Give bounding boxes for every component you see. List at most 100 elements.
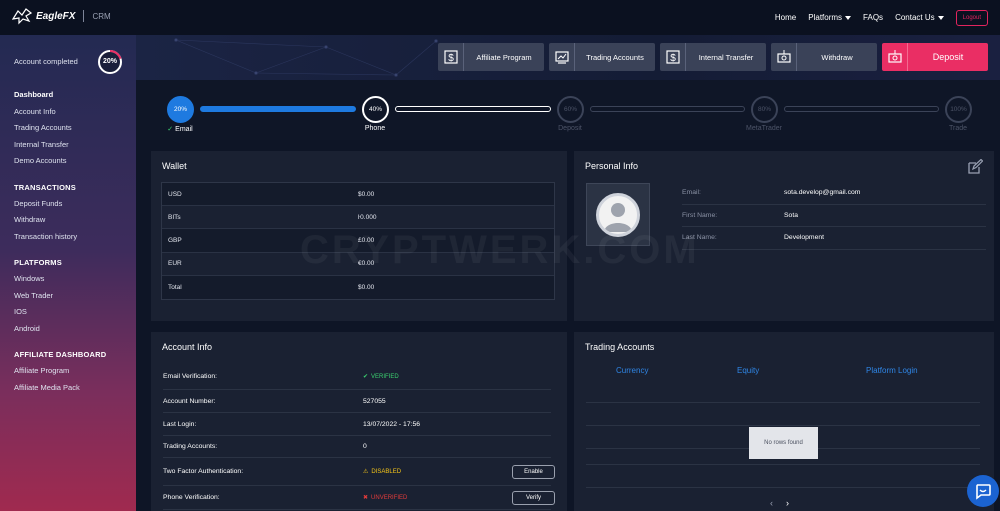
watermark: CRYPTWERK.COM <box>300 228 700 272</box>
cross-icon: ✖ <box>363 495 369 501</box>
step-label-text: Trade <box>948 125 968 132</box>
column-header-currency[interactable]: Currency <box>616 366 648 375</box>
step-phone-label: Phone <box>345 125 405 132</box>
account-info-title: Account Info <box>162 342 213 352</box>
account-info-label: Two Factor Authentication: <box>163 468 244 475</box>
account-info-value: ⚠ DISABLED <box>363 468 401 476</box>
sidebar: Account completed 20% Dashboard Account I… <box>0 35 136 511</box>
account-completed-percent: 20% <box>102 58 117 65</box>
account-info-value: 0 <box>363 443 367 450</box>
personal-info-row: Last Name: Development <box>682 227 986 250</box>
nav-link-faqs[interactable]: FAQs <box>863 13 883 22</box>
sidebar-item-internal-transfer[interactable]: Internal Transfer <box>14 137 106 154</box>
step-trade-label: Trade <box>928 125 988 132</box>
nav-link-contact-us[interactable]: Contact Us <box>895 13 944 22</box>
sidebar-item-windows[interactable]: Windows <box>14 271 106 288</box>
account-info-row: Account Number: 527055 <box>163 390 551 413</box>
edit-icon[interactable] <box>967 159 983 175</box>
personal-info-value: Development <box>784 234 825 242</box>
wallet-currency: BITs <box>168 213 181 221</box>
step-connector <box>590 106 745 112</box>
affiliate-icon: $ <box>438 43 464 71</box>
account-info-row: Two Factor Authentication: ⚠ DISABLED Enabl… <box>163 458 555 486</box>
nav-link-label: Platforms <box>808 13 843 22</box>
withdraw-label: Withdraw <box>821 52 853 62</box>
step-connector <box>395 106 551 112</box>
wallet-currency: Total <box>168 283 182 291</box>
logout-button[interactable]: Logout <box>955 9 988 26</box>
wallet-amount: $0.00 <box>358 190 375 198</box>
wallet-row: USD $0.00 <box>162 183 554 207</box>
wallet-amount: ŀ0.000 <box>358 213 377 221</box>
account-info-label: Account Number: <box>163 397 216 405</box>
trading-accounts-button[interactable]: Trading Accounts <box>549 43 655 71</box>
sidebar-item-transaction-history[interactable]: Transaction history <box>14 229 106 246</box>
account-info-label: Trading Accounts: <box>163 443 218 450</box>
wallet-row: Total $0.00 <box>162 275 554 299</box>
check-icon: ✓ <box>167 126 174 133</box>
next-page-button[interactable]: › <box>786 498 789 508</box>
logo[interactable]: EagleFX CRM <box>12 7 111 25</box>
personal-info-label: First Name: <box>682 211 718 219</box>
previous-page-button[interactable]: ‹ <box>770 498 773 508</box>
nav-link-platforms[interactable]: Platforms <box>808 13 852 22</box>
table-divider <box>586 425 980 426</box>
sidebar-item-ios[interactable]: IOS <box>14 304 106 321</box>
step-connector <box>200 106 356 112</box>
affiliate-program-button[interactable]: $ Affiliate Program <box>438 43 544 71</box>
sidebar-item-trading-accounts[interactable]: Trading Accounts <box>14 120 106 137</box>
wallet-amount: $0.00 <box>358 283 375 291</box>
column-header-platform-login[interactable]: Platform Login <box>866 366 918 375</box>
account-info-row: Trading Accounts: 0 <box>163 436 551 458</box>
enable-button[interactable]: Enable <box>512 464 555 479</box>
step-phone-circle: 40% <box>362 96 389 123</box>
svg-text:$: $ <box>670 53 676 64</box>
sidebar-item-deposit-funds[interactable]: Deposit Funds <box>14 196 106 213</box>
sidebar-item-android[interactable]: Android <box>14 321 106 338</box>
sidebar-menu: Dashboard Account Info Trading Accounts Int… <box>14 87 106 396</box>
step-label-text: Deposit <box>558 125 582 132</box>
step-email-label: ✓ Email <box>150 125 210 133</box>
transfer-icon: $ <box>660 43 686 71</box>
sidebar-item-dashboard[interactable]: Dashboard <box>14 87 106 104</box>
trading-accounts-card: Trading Accounts Currency Equity Platfor… <box>574 332 994 511</box>
sidebar-item-web-trader[interactable]: Web Trader <box>14 288 106 305</box>
live-chat-button[interactable] <box>967 475 999 507</box>
nav-link-home[interactable]: Home <box>775 13 796 22</box>
verify-button[interactable]: Verify <box>512 490 555 505</box>
nav-links: Home Platforms FAQs Contact Us Logout <box>775 0 988 35</box>
step-trade-circle: 100% <box>945 96 972 123</box>
status-text: UNVERIFIED <box>371 494 408 501</box>
product-name: CRM <box>92 11 111 21</box>
brand-name: EagleFX <box>36 10 76 22</box>
deposit-button[interactable]: Deposit <box>882 43 988 71</box>
trading-accounts-icon <box>549 43 575 71</box>
sidebar-item-affiliate-media-pack[interactable]: Affiliate Media Pack <box>14 380 106 397</box>
chat-icon <box>976 484 991 500</box>
app-root: EagleFX CRM Home Platforms FAQs Contact … <box>0 0 1000 511</box>
step-connector <box>784 106 939 112</box>
personal-info-title: Personal Info <box>585 161 639 171</box>
personal-info-row: Email: sota.develop@gmail.com <box>682 182 986 205</box>
sidebar-item-demo-accounts[interactable]: Demo Accounts <box>14 153 106 170</box>
internal-transfer-button[interactable]: $ Internal Transfer <box>660 43 766 71</box>
sidebar-item-withdraw[interactable]: Withdraw <box>14 212 106 229</box>
personal-info-label: Email: <box>682 189 701 197</box>
account-info-label: Email Verification: <box>163 373 218 380</box>
empty-table-message: No rows found <box>749 427 818 459</box>
step-metatrader-label: MetaTrader <box>734 125 794 132</box>
top-navbar: EagleFX CRM Home Platforms FAQs Contact … <box>0 0 1000 35</box>
step-label-text: Phone <box>364 125 386 132</box>
personal-info-value: sota.develop@gmail.com <box>784 189 861 197</box>
onboarding-stepper: 20% ✓ Email 40% Phone 60% Deposit 80% MetaTrader… <box>136 80 1000 140</box>
step-label-text: Email <box>175 126 193 133</box>
column-header-equity[interactable]: Equity <box>737 366 759 375</box>
account-info-value: 527055 <box>363 397 386 405</box>
table-divider <box>586 402 980 403</box>
sidebar-item-affiliate-program[interactable]: Affiliate Program <box>14 363 106 380</box>
account-info-value: ✖ UNVERIFIED <box>363 494 408 502</box>
sidebar-item-account-info[interactable]: Account Info <box>14 104 106 121</box>
account-info-card: Account Info Email Verification: ✔ VERIFIE… <box>151 332 567 511</box>
withdraw-button[interactable]: Withdraw <box>771 43 877 71</box>
caret-down-icon <box>937 15 944 20</box>
